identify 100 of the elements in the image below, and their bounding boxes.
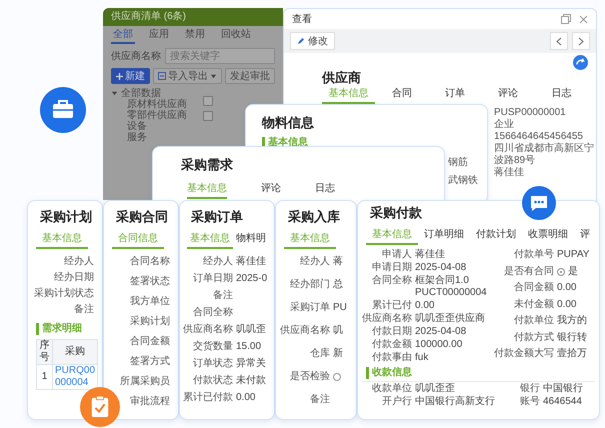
field-value: 15.00 [236, 340, 262, 354]
field-label: 仓库 [309, 347, 330, 361]
caret-icon[interactable] [210, 72, 217, 80]
edit-button[interactable]: 修改 [290, 32, 335, 50]
toolbar-button[interactable]: 导入导出 [153, 68, 222, 84]
card-title: 采购合同 [115, 209, 169, 225]
field-value: 蒋 [333, 255, 344, 269]
field-value: 未付款 [236, 374, 267, 388]
field-value: 0.00 [557, 282, 578, 294]
tree-item[interactable]: 全部数据 [111, 88, 203, 99]
window-title: 查看 [292, 12, 312, 26]
record-title: 供应商 [320, 70, 362, 86]
floating-action-icon[interactable] [573, 55, 588, 70]
tab[interactable]: 评论 [482, 86, 535, 104]
chevron-right-icon [578, 36, 584, 46]
tab[interactable]: 订单 [428, 86, 482, 104]
field-value: 4646544 [543, 396, 583, 408]
field-value: 壹拾万 [557, 348, 588, 360]
tab[interactable]: 全部 [111, 29, 135, 44]
tab[interactable]: 日志 [534, 86, 588, 104]
radio-label: 是 [568, 266, 578, 278]
field-value: 四川省成都市高新区宁波路89号 [494, 143, 594, 166]
caret-icon[interactable] [111, 90, 118, 97]
tab[interactable]: 收票明细 [522, 227, 574, 245]
field-value: 新 [333, 347, 344, 361]
clipboard-check-icon[interactable] [80, 387, 120, 427]
tab[interactable]: 评 [574, 227, 596, 245]
tree-item[interactable]: 原材料供应商 [127, 99, 203, 110]
tab[interactable]: 评论 [261, 181, 281, 199]
field-label: 付款单位 [513, 315, 554, 328]
tab[interactable]: 日志 [315, 181, 335, 199]
field-label: 是否有合同 [503, 266, 554, 278]
card-title: 物料信息 [262, 115, 315, 131]
tab[interactable]: 合同信息 [112, 231, 164, 249]
field-label: 供应商名称 [280, 324, 330, 338]
search-field[interactable]: 搜索关键字 [165, 48, 275, 64]
field-label: 审批流程 [129, 395, 170, 409]
toolbar-button[interactable]: 发起审批 [225, 68, 275, 84]
field-value: 蒋佳佳 [236, 255, 267, 269]
tree-item[interactable]: 服务 [127, 132, 203, 143]
previous-button[interactable] [550, 32, 568, 50]
tab[interactable]: 基本信息 [187, 231, 233, 249]
tab[interactable]: 回收站 [219, 29, 253, 44]
window-title: 供应商清单 (6条) [103, 8, 283, 26]
tab[interactable]: 禁用 [183, 29, 207, 44]
card-title: 采购入库 [287, 209, 341, 225]
field-label: 付款单号 [513, 249, 554, 261]
field-label: 付款金额大写 [494, 348, 554, 360]
field-label: 签署状态 [129, 275, 170, 289]
field-value: 总 [333, 278, 344, 292]
checkbox[interactable] [203, 111, 213, 121]
checkbox[interactable] [203, 96, 213, 106]
field-label: 采购计划状态 [33, 287, 94, 301]
field-label: 累计已付款 [183, 391, 233, 405]
field-label: 备注 [212, 289, 233, 303]
tree-item[interactable]: 设备 [127, 121, 203, 132]
radio-button[interactable] [333, 373, 341, 381]
chat-icon[interactable] [522, 186, 556, 220]
field-label: 付款状态 [192, 374, 233, 388]
field-value: 企业 [494, 119, 515, 131]
tab[interactable]: 基本信息 [36, 231, 88, 249]
briefcase-icon[interactable] [40, 87, 86, 133]
restore-icon[interactable] [561, 14, 571, 24]
field-label: 是否检验 [289, 370, 330, 384]
field-label: 未付金额 [513, 298, 554, 311]
tab[interactable]: 订单明细 [418, 227, 470, 245]
tab[interactable]: 合同 [375, 86, 428, 104]
field-label: 经办人 [63, 255, 94, 269]
field-label: 银行 [519, 383, 540, 395]
field-value: 叽叽歪歪 [415, 383, 456, 395]
tab[interactable]: 应用 [147, 29, 171, 44]
field-value: 叽 [333, 324, 344, 338]
pencil-icon [297, 37, 305, 45]
tab[interactable]: 基本信息 [366, 227, 418, 245]
field-value: 蒋佳佳 [415, 249, 446, 261]
radio-button[interactable] [557, 268, 565, 276]
field-value: 银行转 [557, 332, 588, 344]
table-header: 序号 [36, 340, 52, 364]
field-value: 异常关 [236, 357, 267, 371]
field-value: PU [333, 301, 348, 315]
card-title: 采购订单 [190, 209, 244, 225]
field-label: 我方单位 [129, 295, 170, 309]
tree-item[interactable]: 零部件供应商 [127, 110, 203, 121]
close-icon[interactable] [579, 14, 588, 24]
field-label: 签署方式 [129, 355, 170, 369]
next-button[interactable] [572, 32, 590, 50]
section-heading: 需求明细 [36, 323, 82, 335]
import-export-icon [158, 72, 166, 80]
field-label: 付款方式 [513, 332, 554, 344]
field-value: 2025-04-08 [415, 262, 468, 274]
field-value: 0.00 [415, 300, 436, 312]
tab[interactable]: 付款计划 [470, 227, 522, 245]
field-value: 钢筋 [448, 157, 469, 169]
field-value: 0.00 [236, 391, 256, 405]
tab[interactable]: 基本信息 [284, 231, 336, 249]
tab[interactable]: 物料明 [233, 231, 269, 249]
field-label: 采购订单 [289, 301, 330, 315]
field-label: 合同金额 [129, 335, 170, 349]
field-value: 框架合同1.0 PUCT00000004 [415, 275, 488, 299]
toolbar-button[interactable]: 新建 [111, 68, 150, 84]
